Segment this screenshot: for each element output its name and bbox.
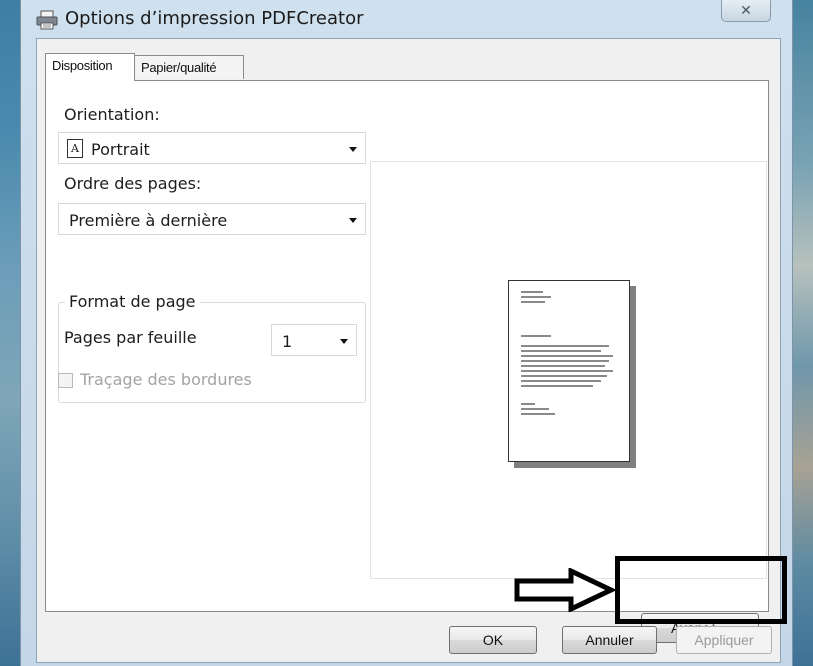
close-icon: ✕	[740, 2, 752, 18]
desktop-background-right	[793, 0, 813, 666]
apply-button-label: Appliquer	[694, 632, 754, 648]
cancel-button[interactable]: Annuler	[562, 626, 657, 654]
portrait-page-icon: A	[67, 139, 83, 158]
chevron-down-icon	[340, 339, 348, 344]
desktop-background-left	[0, 0, 20, 666]
ok-button[interactable]: OK	[449, 626, 537, 654]
tab-disposition[interactable]: Disposition	[45, 53, 135, 81]
page-preview-area	[370, 161, 767, 579]
window-title: Options d’impression PDFCreator	[65, 8, 364, 29]
pages-per-sheet-label: Pages par feuille	[64, 328, 197, 347]
tab-paper-quality-label: Papier/qualité	[141, 60, 217, 75]
title-bar[interactable]: Options d’impression PDFCreator ✕	[21, 0, 792, 38]
pages-per-sheet-value: 1	[282, 332, 293, 351]
tab-disposition-label: Disposition	[52, 58, 113, 73]
annotation-highlight-box	[615, 556, 787, 624]
page-format-group-title: Format de page	[65, 292, 200, 311]
page-order-label: Ordre des pages:	[64, 174, 202, 193]
close-button[interactable]: ✕	[721, 0, 771, 22]
orientation-value: Portrait	[91, 140, 150, 159]
right-arrow-icon	[514, 568, 615, 612]
cancel-button-label: Annuler	[585, 632, 634, 648]
draw-borders-label: Traçage des bordures	[80, 370, 252, 389]
page-preview-sheet	[508, 280, 630, 462]
page-order-value: Première à dernière	[69, 211, 228, 230]
apply-button[interactable]: Appliquer	[676, 626, 772, 654]
page-order-dropdown[interactable]: Première à dernière	[58, 203, 366, 235]
tab-panel-disposition: Orientation: A Portrait Ordre des pages:…	[45, 80, 769, 643]
chevron-down-icon	[349, 147, 357, 152]
ok-button-label: OK	[482, 632, 504, 648]
orientation-dropdown[interactable]: A Portrait	[58, 132, 366, 164]
draw-borders-checkbox[interactable]	[58, 373, 73, 388]
pages-per-sheet-dropdown[interactable]: 1	[271, 324, 357, 356]
tab-paper-quality[interactable]: Papier/qualité	[134, 55, 244, 79]
chevron-down-icon	[349, 218, 357, 223]
orientation-label: Orientation:	[64, 105, 160, 124]
printer-icon	[36, 10, 58, 30]
